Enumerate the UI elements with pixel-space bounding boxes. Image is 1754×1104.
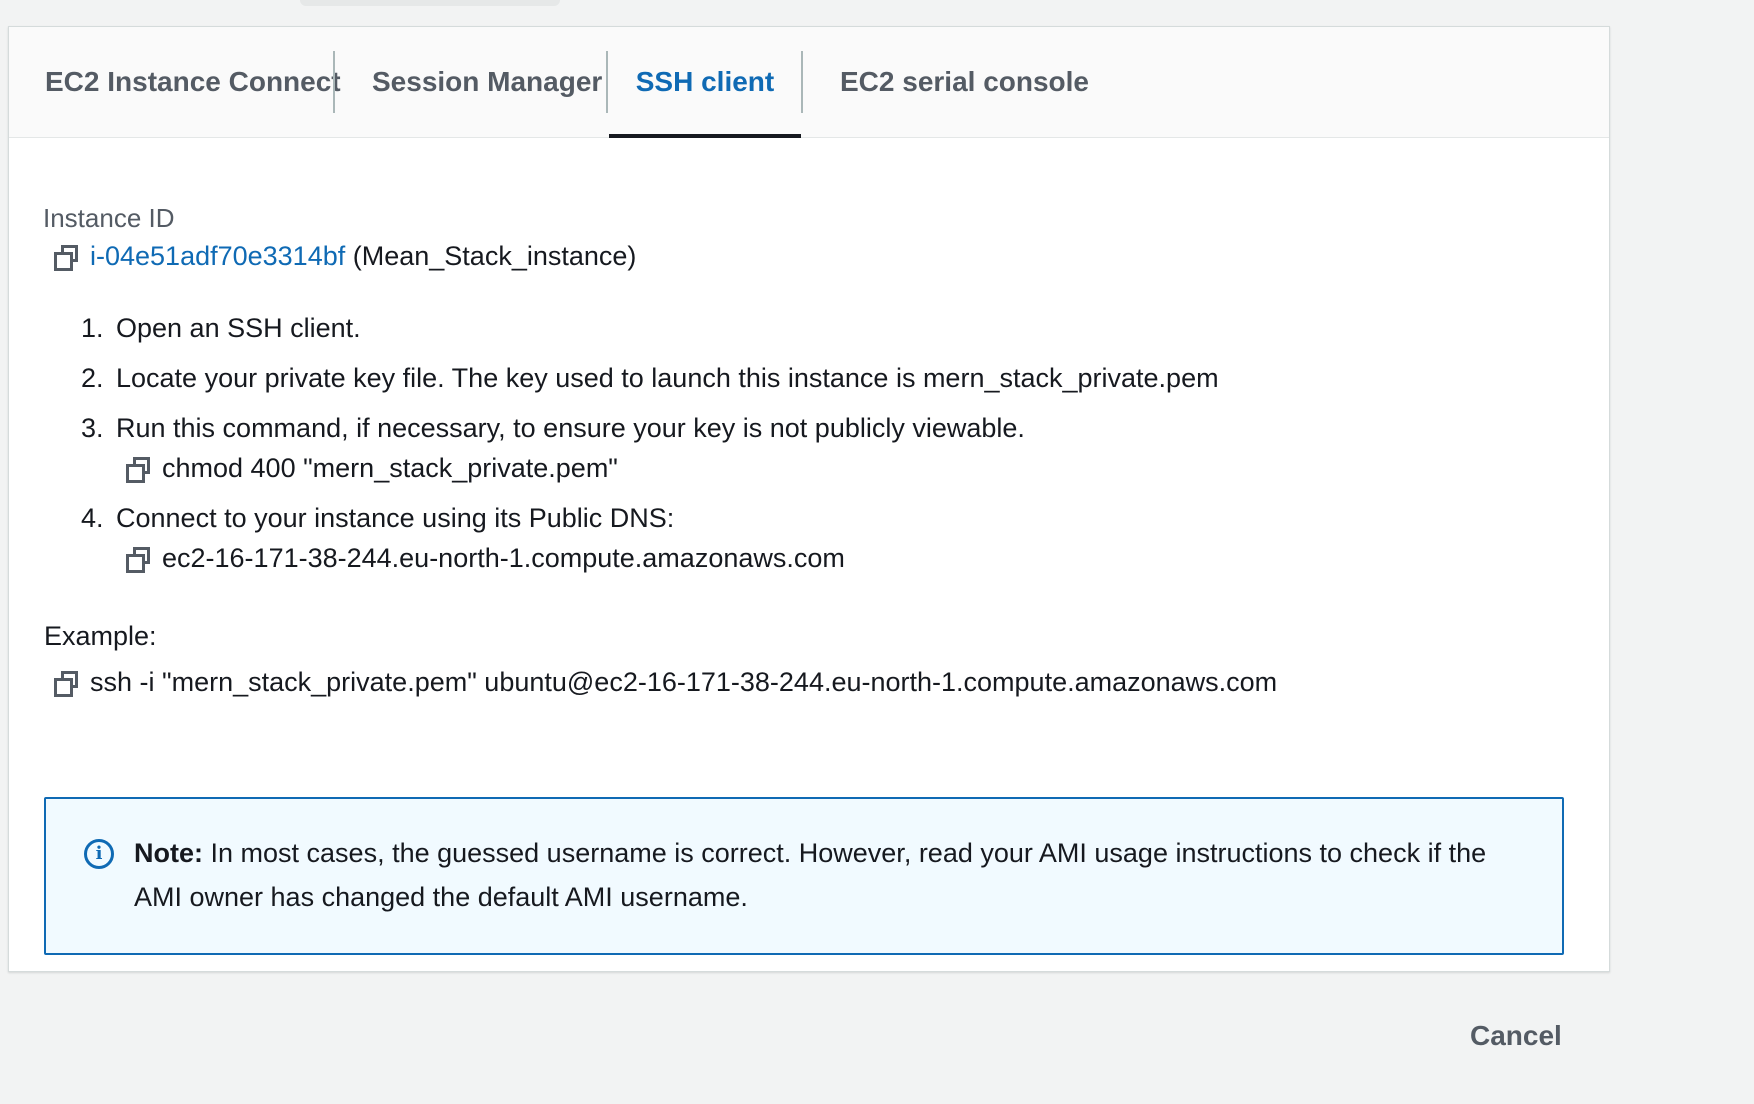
note-title: Note: — [134, 838, 203, 868]
connection-method-tabs: EC2 Instance Connect Session Manager SSH… — [9, 27, 1609, 138]
step-number: 4. — [81, 503, 104, 533]
tab-separator — [333, 51, 335, 113]
step-2-text: Locate your private key file. The key us… — [116, 363, 1219, 393]
cancel-button[interactable]: Cancel — [1470, 1020, 1562, 1052]
note-body: In most cases, the guessed username is c… — [134, 838, 1487, 912]
instance-name: (Mean_Stack_instance) — [352, 241, 637, 271]
step-number: 1. — [81, 313, 104, 343]
copy-chmod-command-icon[interactable] — [126, 457, 152, 483]
tab-separator — [606, 51, 608, 113]
copy-ssh-example-icon[interactable] — [54, 671, 80, 697]
tab-ssh-client[interactable]: SSH client — [609, 51, 801, 138]
instance-id-link[interactable]: i-04e51adf70e3314bf — [90, 241, 345, 271]
step-3-text: Run this command, if necessary, to ensur… — [116, 413, 1025, 443]
copy-public-dns-icon[interactable] — [126, 547, 152, 573]
tab-ec2-instance-connect[interactable]: EC2 Instance Connect — [45, 51, 341, 137]
info-icon: i — [84, 839, 114, 869]
public-dns-value: ec2-16-171-38-244.eu-north-1.compute.ama… — [162, 543, 845, 573]
tab-session-manager[interactable]: Session Manager — [372, 51, 602, 137]
top-edge-shadow — [300, 0, 560, 6]
example-label: Example: — [44, 621, 157, 651]
ssh-example-command: ssh -i "mern_stack_private.pem" ubuntu@e… — [90, 667, 1278, 697]
tab-separator — [801, 51, 803, 113]
step-number: 2. — [81, 363, 104, 393]
note-text: Note: In most cases, the guessed usernam… — [134, 831, 1522, 919]
instance-id-label: Instance ID — [43, 203, 175, 233]
chmod-command: chmod 400 "mern_stack_private.pem" — [162, 453, 618, 483]
step-4-text: Connect to your instance using its Publi… — [116, 503, 675, 533]
copy-instance-id-icon[interactable] — [54, 245, 80, 271]
connect-instance-panel: EC2 Instance Connect Session Manager SSH… — [8, 26, 1610, 972]
step-number: 3. — [81, 413, 104, 443]
step-1-text: Open an SSH client. — [116, 313, 361, 343]
note-alert: i Note: In most cases, the guessed usern… — [44, 797, 1564, 955]
instance-id-row: i-04e51adf70e3314bf (Mean_Stack_instance… — [90, 241, 636, 272]
tab-ec2-serial-console[interactable]: EC2 serial console — [840, 51, 1089, 137]
